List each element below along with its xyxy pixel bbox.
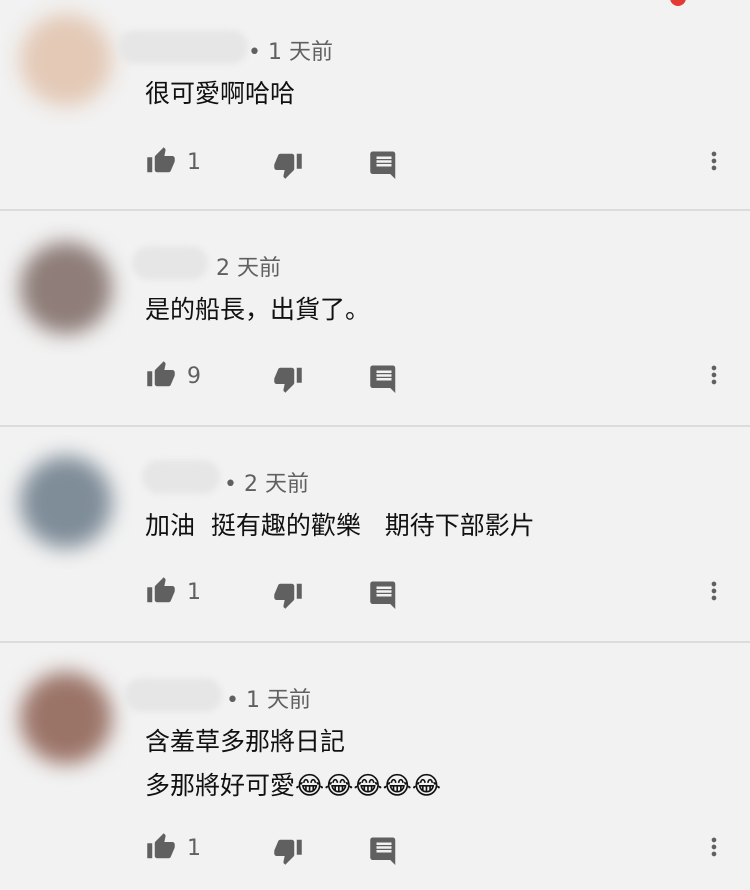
- comment-item: • 1 天前 含羞草多那將日記 多那將好可愛😂😂😂😂😂 1: [0, 644, 750, 890]
- divider: [0, 425, 750, 427]
- comment-text: 很可愛啊哈哈: [145, 79, 296, 108]
- comment-icon[interactable]: [369, 149, 399, 179]
- comment-actions: 1: [0, 142, 750, 182]
- comment-icon[interactable]: [369, 579, 399, 609]
- comment-icon[interactable]: [369, 363, 399, 393]
- comment-time: • 2 天前: [224, 472, 309, 497]
- more-vert-icon[interactable]: [700, 832, 728, 862]
- comment-text: 是的船長，出貨了。: [145, 295, 371, 324]
- avatar[interactable]: [20, 456, 112, 548]
- divider: [0, 641, 750, 643]
- thumb-up-icon[interactable]: [145, 360, 177, 390]
- comment-text: 加油 挺有趣的歡樂 期待下部影片: [145, 511, 535, 540]
- comment-actions: 1: [0, 572, 750, 612]
- comment-item: • 2 天前 加油 挺有趣的歡樂 期待下部影片 1: [0, 428, 750, 642]
- more-vert-icon[interactable]: [700, 360, 728, 390]
- thumb-down-icon[interactable]: [272, 364, 304, 394]
- author-name[interactable]: [124, 678, 222, 712]
- thumb-up-icon[interactable]: [145, 146, 177, 176]
- comment-actions: 9: [0, 356, 750, 396]
- comment-time: • 1 天前: [248, 40, 333, 65]
- comment-icon[interactable]: [369, 835, 399, 865]
- avatar[interactable]: [20, 14, 112, 106]
- comment-time: 2 天前: [216, 256, 281, 281]
- more-vert-icon[interactable]: [700, 576, 728, 606]
- author-name[interactable]: [142, 460, 220, 494]
- thumb-down-icon[interactable]: [272, 150, 304, 180]
- like-count: 1: [187, 836, 201, 861]
- divider: [0, 209, 750, 211]
- comment-item: 2 天前 是的船長，出貨了。 9: [0, 212, 750, 426]
- like-count: 9: [187, 364, 201, 389]
- like-count: 1: [187, 580, 201, 605]
- like-count: 1: [187, 150, 201, 175]
- avatar[interactable]: [20, 242, 112, 334]
- author-name[interactable]: [118, 30, 248, 64]
- thumb-down-icon[interactable]: [272, 836, 304, 866]
- thumb-up-icon[interactable]: [145, 832, 177, 862]
- more-vert-icon[interactable]: [700, 146, 728, 176]
- author-name[interactable]: [132, 246, 208, 280]
- avatar[interactable]: [20, 672, 112, 764]
- thumb-down-icon[interactable]: [272, 580, 304, 610]
- comment-time: • 1 天前: [226, 688, 311, 713]
- comment-text: 含羞草多那將日記 多那將好可愛😂😂😂😂😂: [145, 727, 442, 800]
- thumb-up-icon[interactable]: [145, 576, 177, 606]
- comment-item: • 1 天前 很可愛啊哈哈 1: [0, 0, 750, 210]
- comment-actions: 1: [0, 828, 750, 868]
